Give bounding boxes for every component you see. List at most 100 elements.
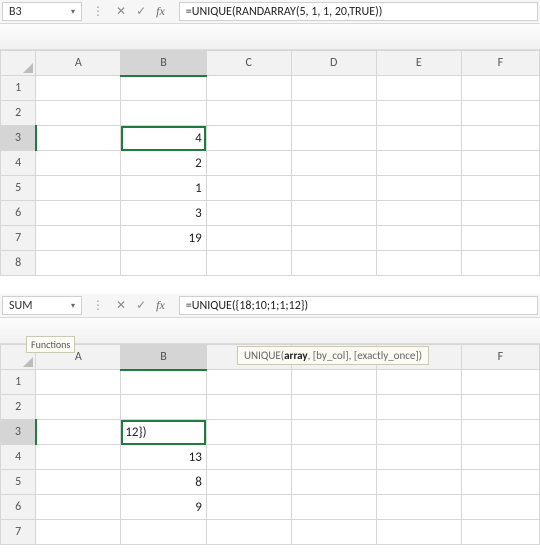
cell[interactable] [461,226,539,251]
row-header[interactable]: 7 [1,226,36,251]
cell[interactable] [376,420,461,445]
spreadsheet-grid[interactable]: A B C D E F 1 2 34 42 51 63 719 8 [0,50,540,276]
cell[interactable] [461,201,539,226]
cell[interactable] [206,395,291,420]
cell[interactable] [291,251,376,276]
cell[interactable] [206,101,291,126]
row-header[interactable]: 2 [1,101,36,126]
cell[interactable] [206,445,291,470]
cell[interactable] [291,101,376,126]
cell[interactable] [36,176,121,201]
col-header-E[interactable]: E [376,51,461,76]
cell[interactable] [36,201,121,226]
cell[interactable] [461,445,539,470]
col-header-C[interactable]: C [206,51,291,76]
cell[interactable] [291,226,376,251]
cell[interactable] [376,470,461,495]
cell-B4[interactable]: 13 [121,445,207,470]
cell[interactable] [121,76,206,101]
select-all-corner[interactable] [1,51,36,76]
cell[interactable] [461,420,539,445]
cell[interactable] [461,126,539,151]
cell[interactable] [206,76,291,101]
cell-B7[interactable]: 19 [121,226,206,251]
cell[interactable] [206,495,291,520]
row-header[interactable]: 2 [1,395,36,420]
cell[interactable] [291,176,376,201]
cell-B3[interactable]: 4 [121,126,206,151]
cell[interactable] [121,395,207,420]
cell[interactable] [376,76,461,101]
cell[interactable] [291,370,376,395]
cell[interactable] [206,176,291,201]
cell[interactable] [36,370,121,395]
cell[interactable] [36,495,121,520]
cell-B5[interactable]: 8 [121,470,207,495]
cell[interactable] [121,370,207,395]
col-header-B[interactable]: B [121,345,207,370]
col-header-F[interactable]: F [461,345,539,370]
cancel-icon[interactable]: ✕ [116,298,126,313]
formula-input[interactable]: =UNIQUE(RANDARRAY(5, 1, 1, 20,TRUE)) [179,2,538,21]
row-header[interactable]: 6 [1,495,36,520]
fx-icon[interactable]: fx [156,4,171,19]
cell[interactable] [206,420,291,445]
cancel-icon[interactable]: ✕ [116,4,126,19]
cell-B3[interactable]: 12}) [121,420,207,445]
cell[interactable] [36,395,121,420]
formula-input[interactable]: =UNIQUE({18;10;1;1;12}) [179,296,538,315]
name-box[interactable]: B3 ▾ [2,2,82,21]
cell[interactable] [461,395,539,420]
cell[interactable] [461,370,539,395]
cell[interactable] [291,76,376,101]
cell[interactable] [376,201,461,226]
cell[interactable] [36,520,121,545]
cell[interactable] [36,420,121,445]
cell[interactable] [36,76,121,101]
cell[interactable] [376,101,461,126]
cell[interactable] [376,126,461,151]
cell-B4[interactable]: 2 [121,151,206,176]
row-header[interactable]: 4 [1,445,36,470]
cell[interactable] [206,520,291,545]
cell[interactable] [461,151,539,176]
cell-B6[interactable]: 9 [121,495,207,520]
cell[interactable] [376,445,461,470]
col-header-A[interactable]: A [36,51,121,76]
confirm-icon[interactable]: ✓ [136,4,146,19]
cell[interactable] [206,126,291,151]
row-header[interactable]: 5 [1,470,36,495]
cell[interactable] [206,470,291,495]
cell[interactable] [206,251,291,276]
cell[interactable] [376,176,461,201]
cell[interactable] [461,76,539,101]
cell[interactable] [206,201,291,226]
cell[interactable] [461,176,539,201]
cell[interactable] [206,151,291,176]
cell[interactable] [376,495,461,520]
cell[interactable] [121,101,206,126]
cell[interactable] [121,520,207,545]
cell[interactable] [36,251,121,276]
spreadsheet-grid[interactable]: A B C D E F 1 2 312}) 413 58 69 7 [0,344,540,545]
col-header-F[interactable]: F [461,51,539,76]
cell[interactable] [36,470,121,495]
cell-B5[interactable]: 1 [121,176,206,201]
cell[interactable] [376,226,461,251]
cell[interactable] [36,101,121,126]
row-header[interactable]: 5 [1,176,36,201]
chevron-down-icon[interactable]: ▾ [71,301,75,311]
cell[interactable] [376,251,461,276]
cell[interactable] [206,226,291,251]
col-header-D[interactable]: D [291,51,376,76]
cell[interactable] [376,395,461,420]
row-header[interactable]: 6 [1,201,36,226]
cell[interactable] [36,151,121,176]
cell[interactable] [36,226,121,251]
cell[interactable] [291,420,376,445]
chevron-down-icon[interactable]: ▾ [71,7,75,17]
cell[interactable] [121,251,206,276]
cell[interactable] [461,520,539,545]
name-box[interactable]: SUM ▾ [2,296,82,315]
cell[interactable] [36,445,121,470]
